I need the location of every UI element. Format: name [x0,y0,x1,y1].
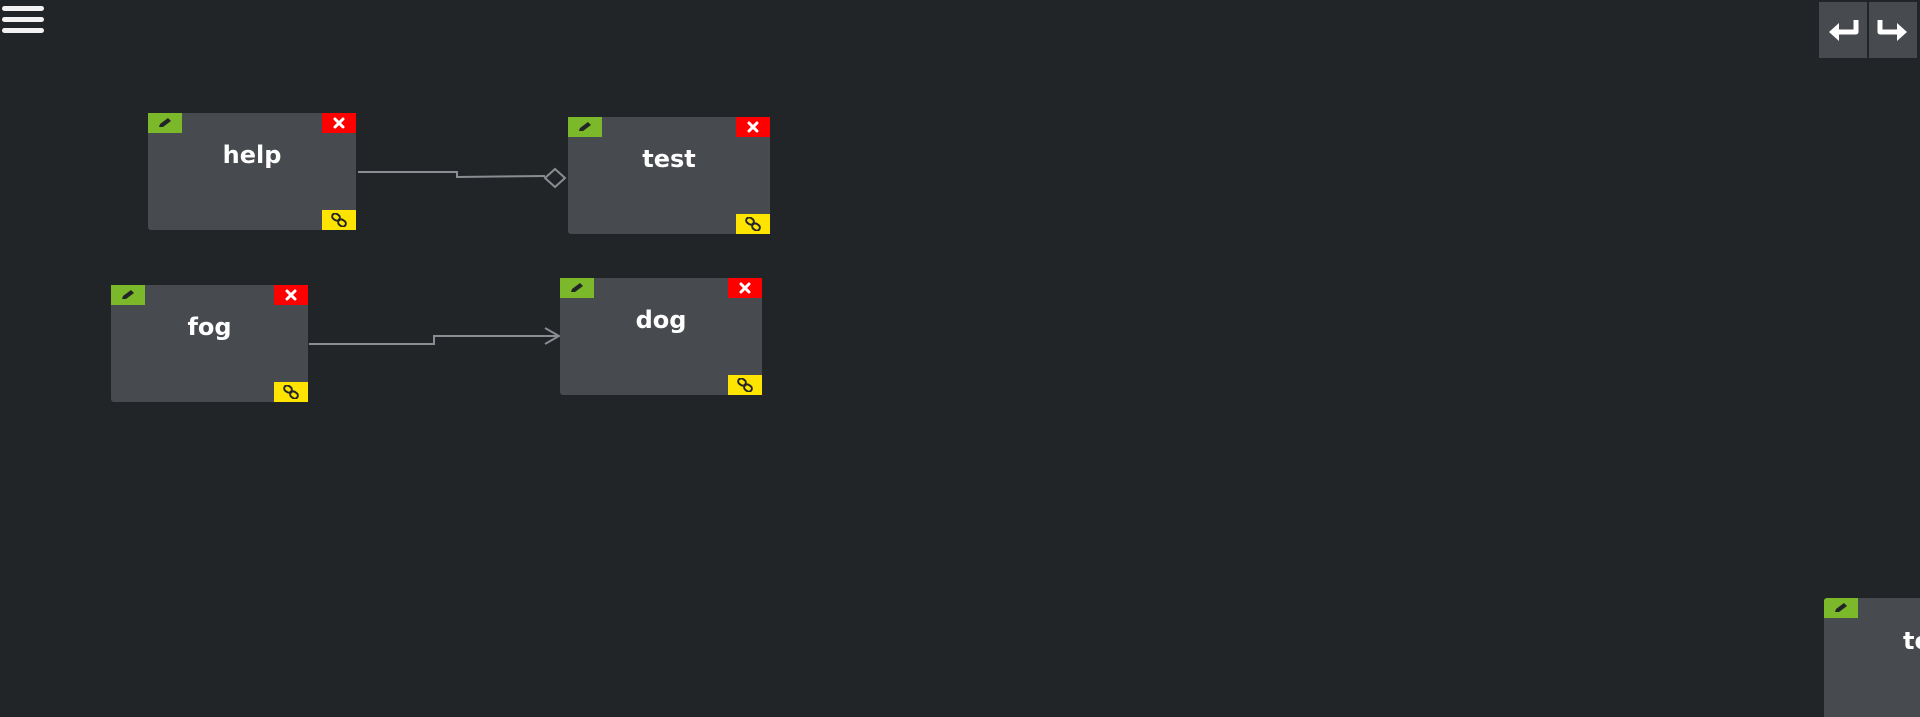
edit-node-button[interactable] [560,278,594,298]
link-node-button[interactable] [322,210,356,230]
pencil-icon [571,283,583,292]
node-test[interactable]: test [568,117,770,234]
delete-node-button[interactable] [736,117,770,137]
node-label: test [642,145,696,173]
delete-node-button[interactable] [274,285,308,305]
graph-canvas[interactable]: help test fog dog t [0,0,1920,717]
chain-link-icon [745,217,761,231]
node-help[interactable]: help [148,113,356,230]
redo-button[interactable] [1869,2,1917,58]
link-node-button[interactable] [274,382,308,402]
node-dog[interactable]: dog [560,278,762,395]
edge-fog-dog[interactable] [309,327,562,345]
close-icon [333,117,345,129]
link-node-button[interactable] [728,375,762,395]
node-fog[interactable]: fog [111,285,308,402]
hamburger-bar [2,17,44,22]
redo-arrow-icon [1877,20,1907,41]
pencil-icon [159,118,171,127]
close-icon [739,282,751,294]
node-label: help [222,141,282,169]
chain-link-icon [331,213,347,227]
edit-node-button[interactable] [1824,598,1858,618]
chain-link-icon [737,378,753,392]
close-icon [747,121,759,133]
node-partial[interactable]: te [1824,598,1920,717]
diamond-connector-icon [543,167,567,189]
delete-node-button[interactable] [322,113,356,133]
node-label: fog [187,313,232,341]
edit-node-button[interactable] [111,285,145,305]
link-node-button[interactable] [736,214,770,234]
node-label: te [1903,627,1920,655]
node-label: dog [635,306,687,334]
undo-button[interactable] [1819,2,1867,58]
arrowhead-icon [544,327,562,345]
hamburger-bar [2,6,44,11]
close-icon [285,289,297,301]
delete-node-button[interactable] [728,278,762,298]
edit-node-button[interactable] [148,113,182,133]
undo-arrow-icon [1829,20,1859,41]
edit-node-button[interactable] [568,117,602,137]
edge-help-test[interactable] [358,167,567,189]
main-menu-button[interactable] [2,6,44,38]
hamburger-bar [2,28,44,33]
chain-link-icon [283,385,299,399]
pencil-icon [579,122,591,131]
pencil-icon [1835,603,1847,612]
pencil-icon [122,290,134,299]
